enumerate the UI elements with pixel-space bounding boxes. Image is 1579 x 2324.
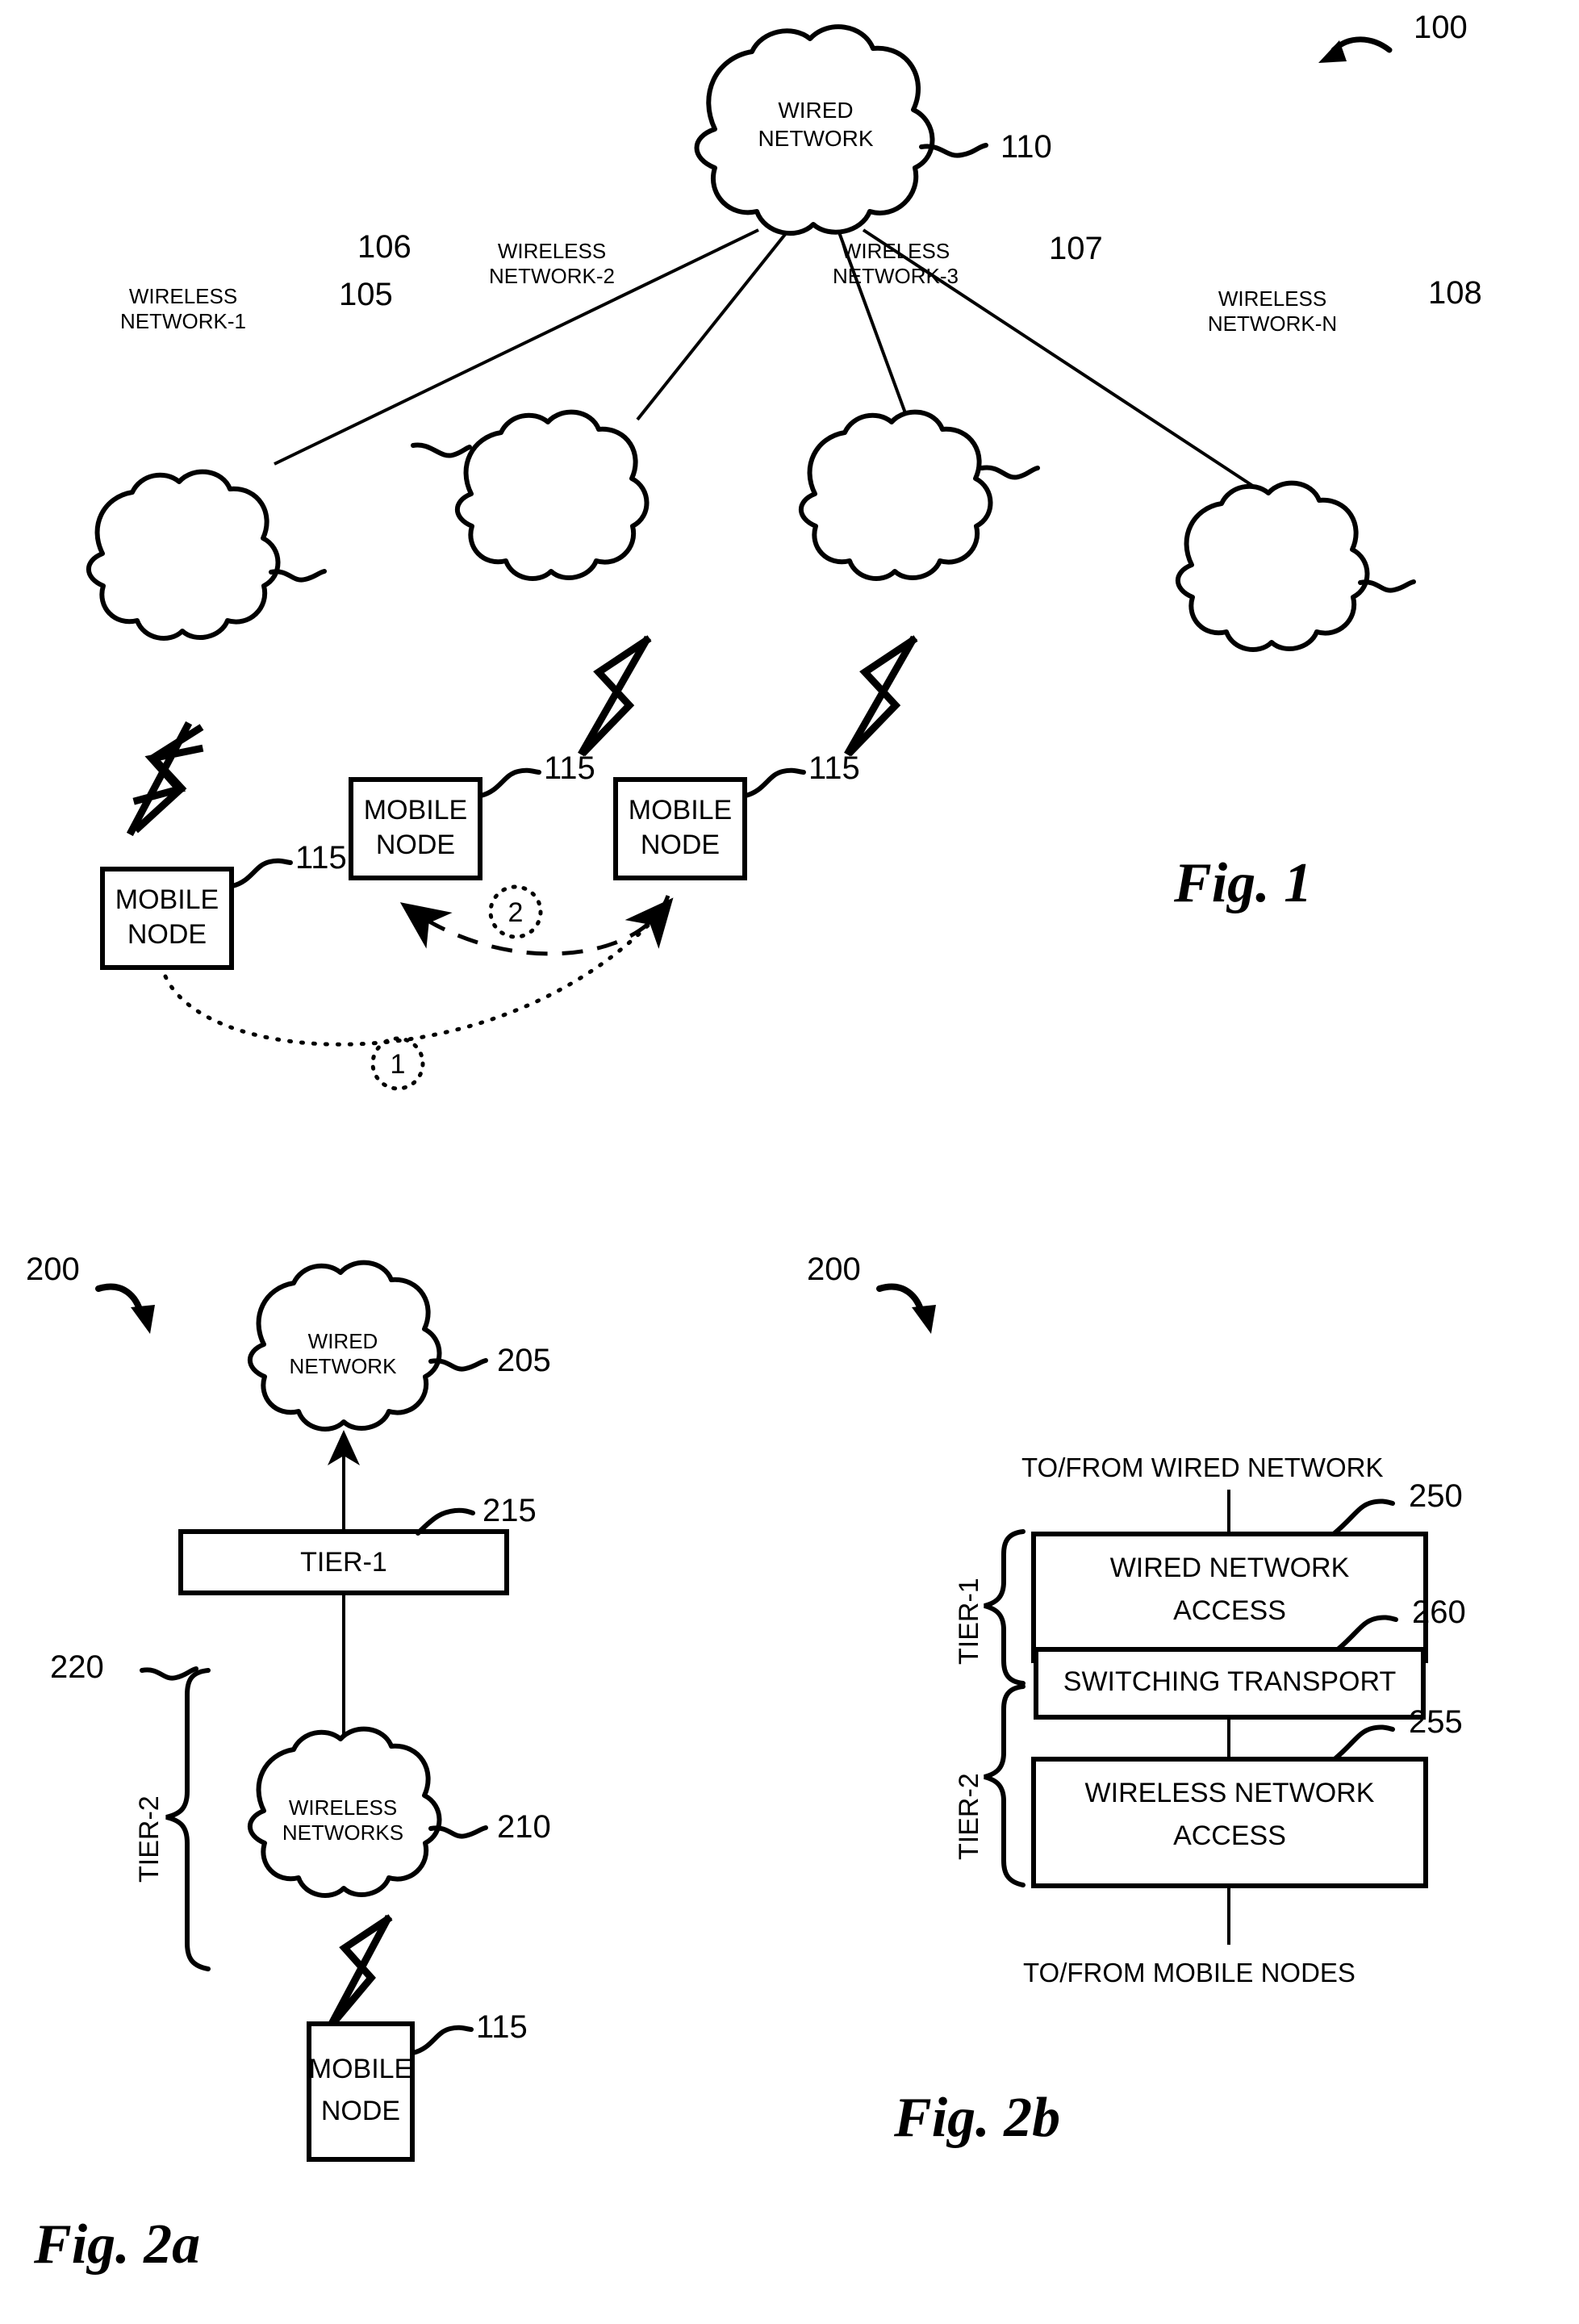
fig2b-block-250-label-line2: ACCESS	[1173, 1595, 1286, 1626]
wireless-network-n-label-line1: WIRELESS	[1218, 286, 1327, 311]
fig2a-tier2-ref-220: 220	[50, 1649, 104, 1685]
fig2b-tier2-bracket	[984, 1684, 1026, 1887]
fig2a-rf-link-bolt	[328, 1914, 393, 2026]
wired-network-label-line1: WIRED	[778, 98, 854, 123]
fig2b-tier2-label: TIER-2	[954, 1773, 984, 1860]
fig2b-block-255-label-line1: WIRELESS NETWORK	[1084, 1778, 1375, 1808]
fig2a-caption: Fig. 2a	[34, 2213, 201, 2276]
wireless-network-n-label-line2: NETWORK-N	[1207, 311, 1338, 336]
rf-link-bolt-3	[844, 635, 918, 757]
handoff-path-1-dotted	[163, 897, 674, 1047]
mobile-node-middle-ref-115: 115	[544, 750, 595, 786]
wireless-network-1-ref-105: 105	[339, 277, 393, 312]
fig2a-mobile-node-label-line1: MOBILE	[308, 2054, 413, 2084]
wireless-network-3-label-line1: WIRELESS	[841, 239, 950, 263]
mobile-node-left-label-line2: NODE	[127, 919, 207, 950]
patent-drawing-sheet: 100 WIRED NETWORK 110 WIRELESS NETWORK-1…	[0, 0, 1579, 2324]
fig2b-system-ref-arrow-200	[876, 1283, 936, 1334]
fig2b-caption: Fig. 2b	[894, 2087, 1061, 2149]
system-ref-arrow-100	[1318, 36, 1393, 63]
mobile-node-middle-label-line2: NODE	[375, 830, 456, 860]
fig2a-wired-network-ref-205: 205	[497, 1343, 551, 1378]
fig2b-block-260-ref: 260	[1412, 1595, 1466, 1630]
fig2a-wireless-networks-ref-210: 210	[497, 1809, 551, 1845]
mobile-node-left-ref-115: 115	[295, 840, 347, 876]
wireless-network-n-cloud	[1176, 480, 1416, 652]
wireless-network-3-ref-107: 107	[1049, 231, 1103, 266]
fig2a-mobile-node-box	[307, 2021, 474, 2162]
rf-link-bolt-2	[578, 635, 652, 757]
wireless-network-n-ref-108: 108	[1428, 275, 1482, 311]
fig2b-tier1-label: TIER-1	[954, 1578, 984, 1665]
wireless-network-2-label-line2: NETWORK-2	[489, 264, 615, 288]
mobile-node-left-label-line1: MOBILE	[115, 884, 219, 915]
wireless-network-1-cloud	[86, 469, 327, 641]
fig2b-top-flow-label: TO/FROM WIRED NETWORK	[1021, 1452, 1384, 1482]
wireless-network-2-ref-106: 106	[357, 229, 411, 265]
fig1-caption: Fig. 1	[1174, 852, 1313, 914]
system-ref-100: 100	[1414, 10, 1468, 45]
fig2b-block-255-ref: 255	[1409, 1704, 1463, 1740]
fig2a-wired-network-label-line2: NETWORK	[289, 1354, 397, 1378]
fig2a-tier2-label: TIER-2	[134, 1795, 165, 1883]
fig2b-block-250-label-line1: WIRED NETWORK	[1109, 1553, 1350, 1583]
fig2b-tier1-bracket	[984, 1529, 1026, 1686]
fig2b-block-250-ref: 250	[1409, 1478, 1463, 1514]
fig2a-system-ref-arrow-200	[95, 1283, 155, 1334]
handoff-step-1-number: 1	[390, 1049, 406, 1080]
wireless-network-1-label-line1: WIRELESS	[128, 284, 238, 308]
fig2a-mobile-node-ref-115: 115	[476, 2009, 528, 2045]
fig2a-wired-network-label-line1: WIRED	[307, 1329, 378, 1353]
wireless-network-3-label-line2: NETWORK-3	[833, 264, 959, 288]
fig2a-tier1-ref-215: 215	[482, 1493, 537, 1528]
wired-network-ref-110: 110	[1000, 129, 1052, 165]
fig2b-block-255-label-line2: ACCESS	[1173, 1820, 1286, 1851]
fig2a-system-ref-200: 200	[26, 1252, 80, 1287]
fig1-trunk-links	[274, 228, 1276, 502]
mobile-node-right-label-line1: MOBILE	[628, 795, 733, 826]
mobile-node-middle-label-line1: MOBILE	[363, 795, 468, 826]
wireless-network-1-label-line2: NETWORK-1	[120, 309, 246, 333]
rf-link-bolt-1	[126, 721, 204, 837]
mobile-node-right-label-line2: NODE	[640, 830, 721, 860]
fig2b-block-260-label: SWITCHING TRANSPORT	[1063, 1666, 1397, 1697]
fig2a-tier1-label: TIER-1	[300, 1547, 387, 1578]
fig2a-wireless-networks-label-line1: WIRELESS	[288, 1795, 398, 1820]
wireless-network-2-label-line1: WIRELESS	[497, 239, 607, 263]
handoff-step-2-number: 2	[508, 897, 524, 928]
wired-network-label-line2: NETWORK	[758, 126, 874, 151]
wireless-network-3-cloud	[799, 409, 1040, 581]
fig2a-wireless-networks-label-line2: NETWORKS	[282, 1820, 404, 1845]
fig2a-mobile-node-label-line2: NODE	[320, 2096, 401, 2126]
fig2b-bottom-flow-label: TO/FROM MOBILE NODES	[1023, 1958, 1356, 1988]
wireless-network-2-cloud	[411, 409, 650, 581]
mobile-node-right-ref-115: 115	[808, 750, 860, 786]
fig2b-system-ref-200: 200	[807, 1252, 861, 1287]
